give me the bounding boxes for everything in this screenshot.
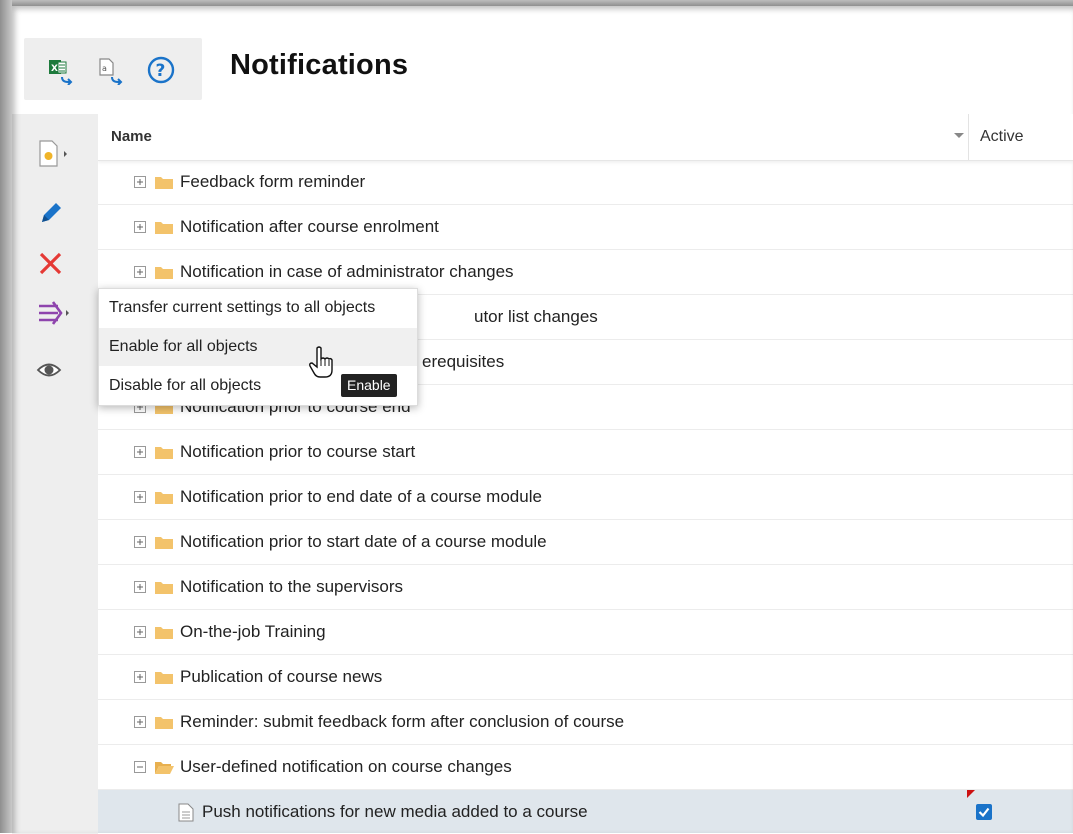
row-label: Reminder: submit feedback form after con…	[180, 712, 625, 731]
open-folder-icon	[154, 759, 174, 775]
table-row[interactable]: Publication of course news	[98, 655, 1073, 700]
row-label: Publication of course news	[180, 667, 383, 686]
expand-plus-icon[interactable]	[134, 490, 146, 503]
expand-plus-icon[interactable]	[134, 265, 146, 278]
folder-icon	[154, 534, 174, 550]
table-row[interactable]: Reminder: submit feedback form after con…	[98, 700, 1073, 745]
table-row[interactable]: Feedback form reminder	[98, 160, 1073, 205]
column-header-active[interactable]: Active	[980, 128, 1024, 146]
row-label: Notification to the supervisors	[180, 577, 403, 596]
page-title: Notifications	[230, 49, 409, 81]
row-label: Notification after course enrolment	[180, 217, 439, 236]
changed-marker	[967, 790, 975, 798]
row-label: Notification prior to start date of a co…	[180, 532, 547, 551]
expand-plus-icon[interactable]	[134, 535, 146, 548]
side-toolbar	[12, 114, 98, 834]
view-eye-icon[interactable]	[36, 354, 76, 390]
document-export-icon[interactable]: a	[96, 55, 126, 86]
row-label: On-the-job Training	[180, 622, 326, 641]
table-row[interactable]: On-the-job Training	[98, 610, 1073, 655]
edit-pencil-icon[interactable]	[36, 196, 76, 232]
notifications-grid: Name Active Feedback form reminder Notif…	[98, 114, 1073, 833]
expand-plus-icon[interactable]	[134, 715, 146, 728]
svg-text:a: a	[102, 64, 107, 73]
menu-item-enable-all[interactable]: Enable for all objects	[99, 328, 417, 366]
row-label: Feedback form reminder	[180, 172, 366, 191]
table-row[interactable]: Notification prior to end date of a cour…	[98, 475, 1073, 520]
folder-icon	[154, 714, 174, 730]
column-header-name[interactable]: Name	[111, 128, 152, 145]
svg-text:X: X	[51, 64, 58, 74]
folder-icon	[154, 624, 174, 640]
new-document-icon[interactable]	[36, 138, 76, 174]
excel-export-icon[interactable]: X	[46, 55, 76, 86]
row-label: Notification in case of administrator ch…	[180, 262, 514, 281]
row-label: Notification prior to course start	[180, 442, 416, 461]
folder-icon	[154, 444, 174, 460]
folder-icon	[154, 174, 174, 190]
row-label: Push notifications for new media added t…	[202, 802, 588, 821]
app-window: X a ? Notifications Name Active Feedback…	[12, 6, 1073, 834]
row-label: utor list changes	[474, 307, 598, 326]
delete-x-icon[interactable]	[36, 248, 76, 284]
tooltip: Enable	[341, 374, 397, 397]
row-label: Notification prior to end date of a cour…	[180, 487, 542, 506]
row-label: erequisites	[422, 352, 505, 371]
window-frame-left	[0, 0, 12, 833]
help-icon[interactable]: ?	[146, 55, 176, 85]
folder-icon	[154, 579, 174, 595]
grid-header: Name Active	[98, 114, 1073, 161]
menu-item-transfer-settings[interactable]: Transfer current settings to all objects	[99, 289, 417, 327]
table-row-selected[interactable]: Push notifications for new media added t…	[98, 790, 1073, 833]
table-row[interactable]: Notification prior to start date of a co…	[98, 520, 1073, 565]
table-row[interactable]: Notification after course enrolment	[98, 205, 1073, 250]
active-checkbox[interactable]	[976, 804, 992, 820]
column-divider[interactable]	[968, 114, 969, 160]
svg-text:?: ?	[156, 61, 166, 81]
folder-icon	[154, 219, 174, 235]
collapse-minus-icon[interactable]	[134, 760, 146, 773]
expand-plus-icon[interactable]	[134, 625, 146, 638]
export-toolbar: X a ?	[24, 38, 202, 100]
expand-plus-icon[interactable]	[134, 220, 146, 233]
column-filter-icon[interactable]	[950, 124, 968, 148]
expand-plus-icon[interactable]	[134, 175, 146, 188]
table-row[interactable]: Notification prior to course start	[98, 430, 1073, 475]
row-label: User-defined notification on course chan…	[180, 757, 512, 776]
folder-icon	[154, 489, 174, 505]
table-row[interactable]: User-defined notification on course chan…	[98, 745, 1073, 790]
expand-plus-icon[interactable]	[134, 445, 146, 458]
expand-plus-icon[interactable]	[134, 670, 146, 683]
transfer-arrow-icon[interactable]	[36, 296, 76, 332]
folder-icon	[154, 264, 174, 280]
hand-cursor-icon	[309, 346, 335, 380]
folder-icon	[154, 669, 174, 685]
table-row[interactable]: Notification to the supervisors	[98, 565, 1073, 610]
document-icon	[178, 803, 194, 822]
expand-plus-icon[interactable]	[134, 580, 146, 593]
